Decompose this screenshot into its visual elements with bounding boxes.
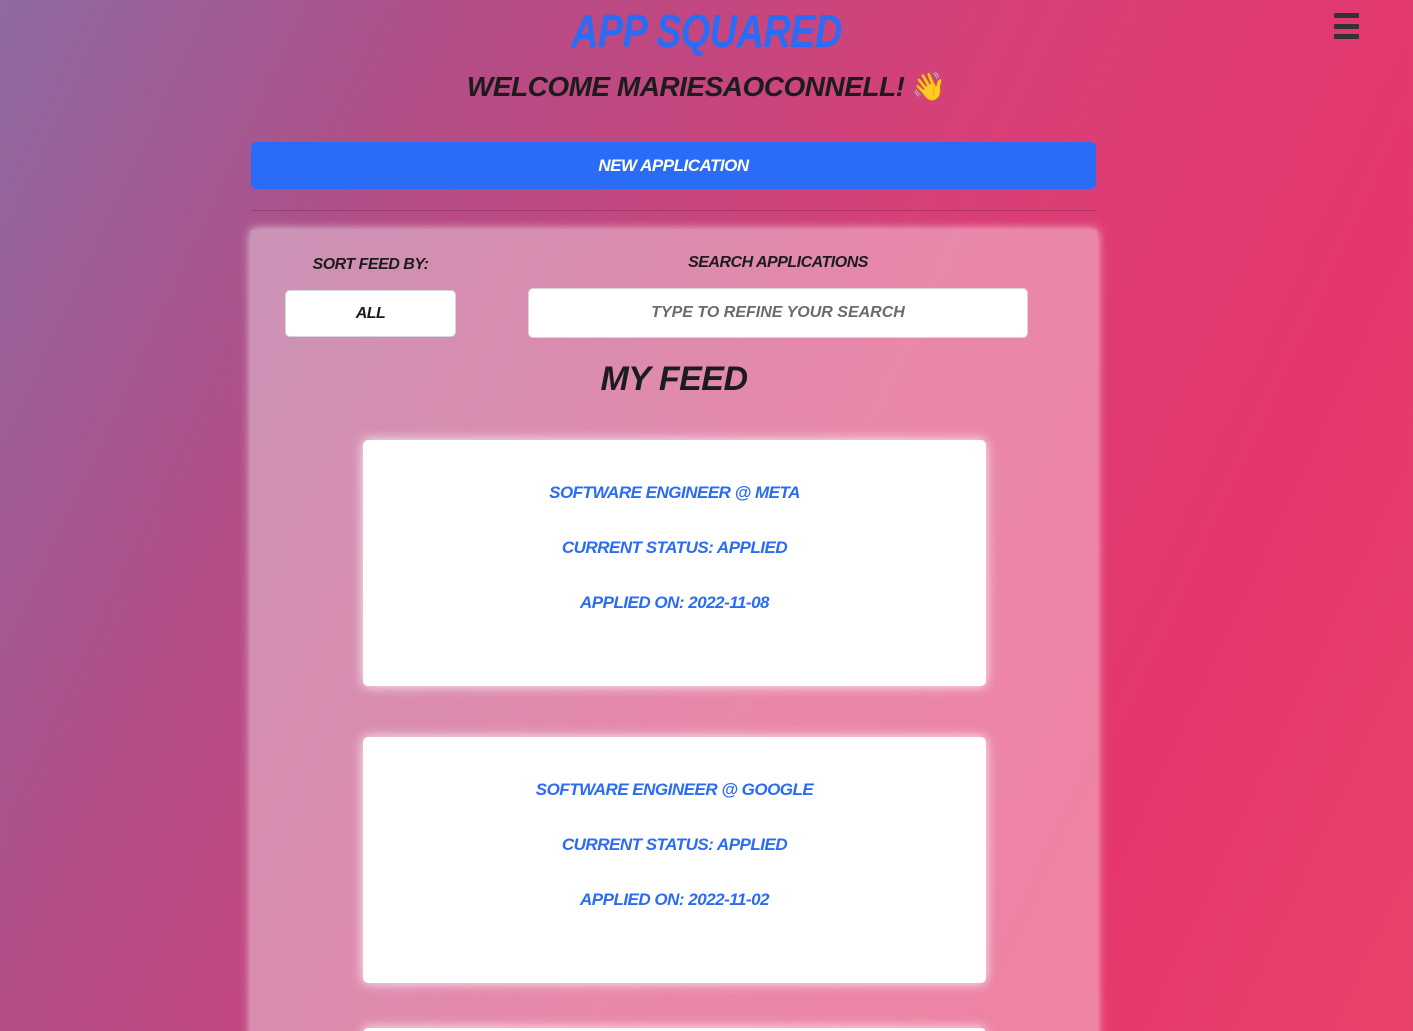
card-position: Software Engineer @ Meta <box>549 483 800 502</box>
welcome-message: Welcome mariesaoconnell! 👋 <box>0 70 1413 103</box>
divider <box>251 210 1096 211</box>
search-label: Search Applications <box>688 254 868 271</box>
new-application-label: New Application <box>598 155 749 175</box>
menu-bar <box>1334 23 1359 29</box>
feed-title: My Feed <box>600 360 748 398</box>
sort-select[interactable]: All <box>285 290 456 337</box>
menu-bar <box>1334 13 1359 18</box>
welcome-prefix: Welcome <box>466 71 610 102</box>
menu-bar <box>1334 34 1359 39</box>
card-position: Software Engineer @ Google <box>535 780 814 799</box>
sort-label: Sort Feed By: <box>312 256 429 273</box>
wave-emoji-icon: 👋 <box>911 71 947 102</box>
username: mariesaoconnell! <box>616 71 905 102</box>
sort-selected-value: All <box>355 304 386 322</box>
card-status: Current Status: applied <box>561 835 788 854</box>
app-title: App Squared <box>571 5 842 57</box>
search-input[interactable] <box>528 288 1028 338</box>
card-applied-date: Applied On: 2022-11-02 <box>580 890 769 909</box>
hamburger-menu-icon[interactable] <box>1334 13 1359 39</box>
card-applied-date: Applied On: 2022-11-08 <box>580 593 769 612</box>
application-card[interactable]: Software Engineer @ Meta Current Status:… <box>363 440 986 686</box>
application-card[interactable]: Software Engineer @ Google Current Statu… <box>363 737 986 983</box>
card-status: Current Status: applied <box>561 538 788 557</box>
new-application-button[interactable]: New Application <box>251 142 1096 189</box>
